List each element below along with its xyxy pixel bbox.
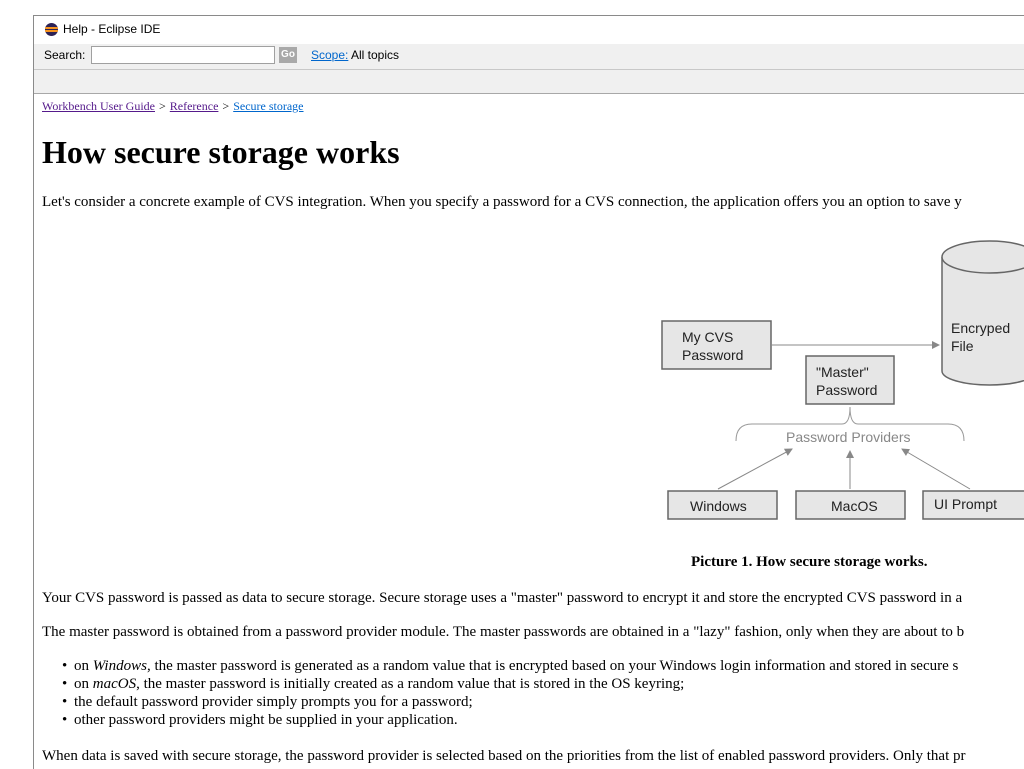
search-input[interactable] (91, 46, 275, 64)
bullet-text: , the master password is initially creat… (136, 676, 685, 692)
provider-list: on Windows, the master password is gener… (62, 658, 958, 730)
file-label-line: File (951, 338, 974, 354)
master-box-label: "Master" Password (816, 363, 877, 399)
breadcrumb-link-workbench[interactable]: Workbench User Guide (42, 99, 155, 113)
scope-value: All topics (351, 48, 400, 62)
figure-caption: Picture 1. How secure storage works. (691, 554, 928, 570)
master-box-line: Password (816, 382, 878, 398)
windows-provider-label: Windows (690, 498, 747, 514)
cvs-box-label: My CVS Password (682, 328, 743, 364)
bullet-prefix: on (74, 676, 93, 692)
breadcrumb-link-reference[interactable]: Reference (170, 99, 219, 113)
secure-storage-diagram: My CVS Password "Master" Password Encryp… (624, 239, 1024, 529)
breadcrumb-separator: > (159, 99, 166, 113)
help-content: Workbench User Guide > Reference > Secure st… (34, 94, 1024, 769)
bullet-text: , the master password is generated as a … (146, 658, 959, 674)
bullet-os-name: macOS (92, 676, 137, 692)
list-item: on Windows, the master password is gener… (62, 658, 958, 676)
go-button[interactable]: Go (279, 47, 297, 63)
bullet-os-name: Windows (92, 658, 147, 674)
list-item: other password providers might be suppli… (62, 712, 958, 730)
intro-paragraph: Let's consider a concrete example of CVS… (42, 194, 962, 210)
cvs-box-line: My CVS (682, 329, 734, 345)
file-label-line: Encryped (951, 320, 1011, 336)
eclipse-icon (45, 23, 58, 36)
paragraph-data: Your CVS password is passed as data to s… (42, 590, 963, 606)
list-item: the default password provider simply pro… (62, 694, 958, 712)
ui-prompt-provider-label: UI Prompt (934, 496, 998, 512)
toolbar (34, 69, 1024, 94)
file-label: Encryped File (951, 319, 1010, 355)
windows-arrow (717, 448, 793, 490)
bullet-prefix: on (74, 658, 93, 674)
breadcrumb-separator: > (222, 99, 230, 113)
title-bar: Help - Eclipse IDE (34, 16, 1024, 44)
page-title: How secure storage works (42, 134, 400, 170)
cvs-box-line: Password (682, 347, 744, 363)
window-title: Help - Eclipse IDE (63, 22, 161, 36)
encrypted-file-cylinder (941, 240, 1024, 386)
search-label: Search: (44, 48, 86, 62)
help-window: Help - Eclipse IDE Search: Go Scope: All… (33, 15, 1024, 769)
breadcrumb: Workbench User Guide > Reference > Secure st… (42, 99, 304, 114)
ui-prompt-arrow (901, 448, 971, 490)
paragraph-saving: When data is saved with secure storage, … (42, 748, 966, 764)
search-bar: Search: Go Scope: All topics (34, 44, 1024, 69)
scope-link[interactable]: Scope: (311, 48, 348, 62)
breadcrumb-link-secure-storage[interactable]: Secure storage (233, 99, 303, 113)
macos-provider-label: MacOS (831, 498, 878, 514)
list-item: on macOS, the master password is initial… (62, 676, 958, 694)
providers-label: Password Providers (786, 429, 911, 445)
paragraph-master: The master password is obtained from a p… (42, 624, 965, 640)
master-box-line: "Master" (816, 364, 869, 380)
